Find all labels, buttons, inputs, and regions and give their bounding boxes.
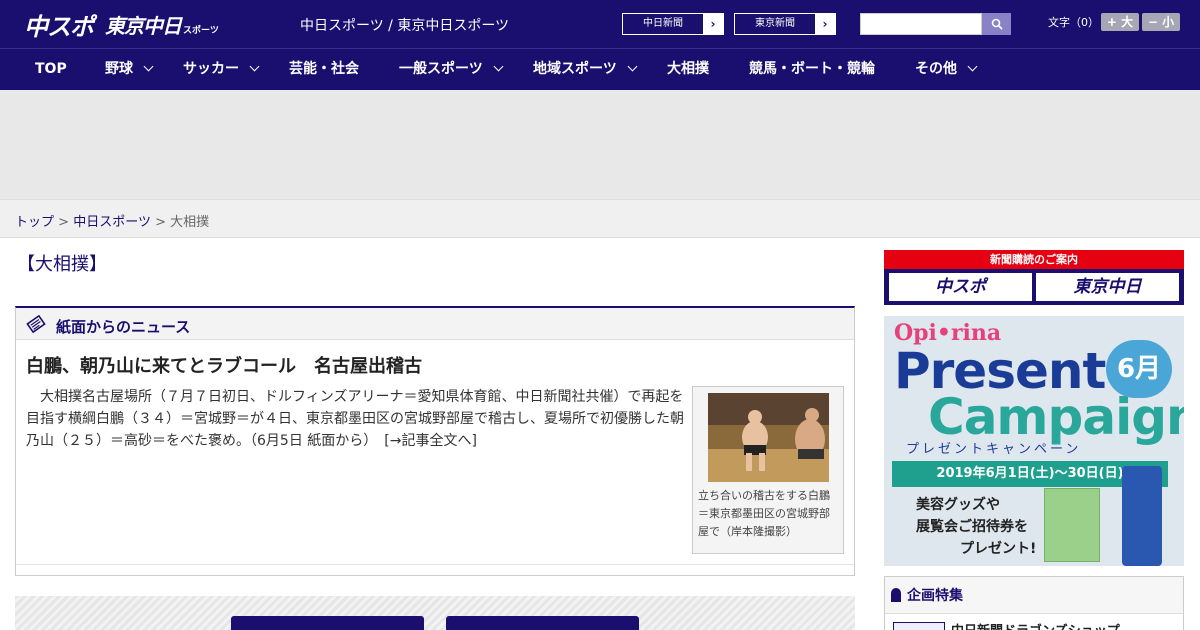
article-body[interactable]: 大相撲名古屋場所（７月７日初日、ドルフィンズアリーナ＝愛知県体育館、中日新聞社共… xyxy=(26,386,686,452)
campaign-kana: プレゼントキャンペーン xyxy=(906,442,1082,457)
feature-list: 中日新聞ドラゴンズショップ xyxy=(885,613,1183,630)
subscription-box: 新聞購読のご案内 中スポ 東京中日 xyxy=(884,250,1184,305)
more-news-button[interactable] xyxy=(231,616,424,630)
newspaper-icon xyxy=(26,315,46,333)
campaign-month-badge: 6月 xyxy=(1106,340,1172,398)
logo-tokyo-chunichi: 東京中日 xyxy=(105,13,182,38)
breadcrumb-current: 大相撲 xyxy=(170,215,210,230)
article-title[interactable]: 白鵬、朝乃山に来てとラブコール 名古屋出稽古 xyxy=(26,352,422,378)
feature-thumbnail[interactable] xyxy=(893,622,945,630)
ad-banner-area xyxy=(0,90,1200,200)
logo-chuspo: 中スポ xyxy=(24,12,94,41)
campaign-line: 美容グッズや xyxy=(916,497,1000,513)
chevron-down-icon xyxy=(627,61,638,72)
tokyo-shimbun-link[interactable]: 東京新聞 › xyxy=(734,13,836,35)
more-news-button[interactable] xyxy=(446,616,639,630)
feature-box: 企画特集 中日新聞ドラゴンズショップ xyxy=(884,576,1184,630)
ribbon-icon xyxy=(891,588,901,602)
chevron-down-icon xyxy=(967,61,978,72)
product-bottle-image xyxy=(1122,466,1162,566)
nav-item-label: その他 xyxy=(915,61,957,77)
nav-item-label: 地域スポーツ xyxy=(533,61,617,77)
nav-item-general-sports[interactable]: 一般スポーツ xyxy=(399,49,504,91)
search-input[interactable] xyxy=(860,13,982,35)
paper-link-label: 東京新聞 xyxy=(755,18,795,29)
chevron-down-icon xyxy=(143,61,154,72)
site-title: 中日スポーツ / 東京中日スポーツ xyxy=(300,18,510,34)
nav-item-label: TOP xyxy=(35,61,67,77)
font-bigger-button[interactable]: + 大 xyxy=(1101,13,1139,31)
nav-item-label: 芸能・社会 xyxy=(289,61,359,77)
main-nav: TOP 野球 サッカー 芸能・社会 一般スポーツ 地域スポーツ 大相撲 競馬・ボ… xyxy=(0,48,1200,90)
feature-heading: 企画特集 xyxy=(891,585,963,605)
subscribe-chuspo-button[interactable]: 中スポ xyxy=(889,273,1032,301)
nav-item-sumo[interactable]: 大相撲 xyxy=(667,49,709,91)
nav-item-other[interactable]: その他 xyxy=(915,49,978,91)
nav-item-baseball[interactable]: 野球 xyxy=(105,49,154,91)
campaign-line: プレゼント! xyxy=(960,541,1037,557)
nav-item-top[interactable]: TOP xyxy=(35,49,67,91)
paper-link-label: 中日新聞 xyxy=(643,18,683,29)
nav-item-label: 野球 xyxy=(105,61,133,77)
article-photo[interactable] xyxy=(708,393,829,482)
font-smaller-button[interactable]: − 小 xyxy=(1142,13,1180,31)
nav-item-label: 競馬・ボート・競輪 xyxy=(749,61,875,77)
breadcrumb: トップ > 中日スポーツ > 大相撲 xyxy=(15,211,209,230)
present-campaign-ad[interactable]: Opi•rina Present Campaign 6月 プレゼントキャンペーン… xyxy=(884,316,1184,566)
subscribe-tokyo-chunichi-button[interactable]: 東京中日 xyxy=(1036,273,1179,301)
article-photo-box: 立ち合いの稽古をする白鵬＝東京都墨田区の宮城野部屋で（岸本隆撮影） xyxy=(692,386,844,554)
page-title: 【大相撲】 xyxy=(17,254,107,275)
nav-item-soccer[interactable]: サッカー xyxy=(183,49,260,91)
nav-item-label: サッカー xyxy=(183,61,239,77)
news-box-heading: 紙面からのニュース xyxy=(56,318,191,336)
news-box-header: 紙面からのニュース xyxy=(16,308,854,340)
breadcrumb-bar: トップ > 中日スポーツ > 大相撲 xyxy=(0,200,1200,238)
product-box-image xyxy=(1044,488,1100,562)
news-box: 紙面からのニュース 白鵬、朝乃山に来てとラブコール 名古屋出稽古 大相撲名古屋場… xyxy=(15,306,855,576)
breadcrumb-separator: > xyxy=(58,215,70,230)
breadcrumb-separator: > xyxy=(155,215,166,230)
feature-item-link[interactable]: 中日新聞ドラゴンズショップ xyxy=(951,620,1120,630)
breadcrumb-home-link[interactable]: トップ xyxy=(15,215,54,230)
breadcrumb-section-link[interactable]: 中日スポーツ xyxy=(73,215,151,230)
more-news-area xyxy=(15,596,855,630)
chevron-down-icon xyxy=(493,61,504,72)
site-logo[interactable]: 中スポ 東京中日 スポーツ xyxy=(24,9,219,41)
nav-item-regional-sports[interactable]: 地域スポーツ xyxy=(533,49,638,91)
campaign-line: 展覧会ご招待券を xyxy=(916,519,1028,535)
chunichi-shimbun-link[interactable]: 中日新聞 › xyxy=(622,13,724,35)
chevron-down-icon xyxy=(249,61,260,72)
subscription-title: 新聞購読のご案内 xyxy=(884,250,1184,269)
chevron-right-icon: › xyxy=(815,14,835,34)
search-icon xyxy=(991,18,1003,30)
logo-sports-label: スポーツ xyxy=(183,25,219,36)
divider xyxy=(16,564,854,565)
search-button[interactable] xyxy=(982,13,1011,35)
nav-item-label: 一般スポーツ xyxy=(399,61,483,77)
article-photo-caption: 立ち合いの稽古をする白鵬＝東京都墨田区の宮城野部屋で（岸本隆撮影） xyxy=(698,489,830,538)
chevron-right-icon: › xyxy=(703,14,723,34)
site-header: 中スポ 東京中日 スポーツ 中日スポーツ / 東京中日スポーツ 中日新聞 › 東… xyxy=(0,0,1200,48)
feature-heading-label: 企画特集 xyxy=(907,588,963,604)
nav-item-racing[interactable]: 競馬・ボート・競輪 xyxy=(749,49,875,91)
nav-item-entertainment[interactable]: 芸能・社会 xyxy=(289,49,359,91)
font-size-label: 文字（0） xyxy=(1048,16,1099,29)
nav-item-label: 大相撲 xyxy=(667,61,709,77)
